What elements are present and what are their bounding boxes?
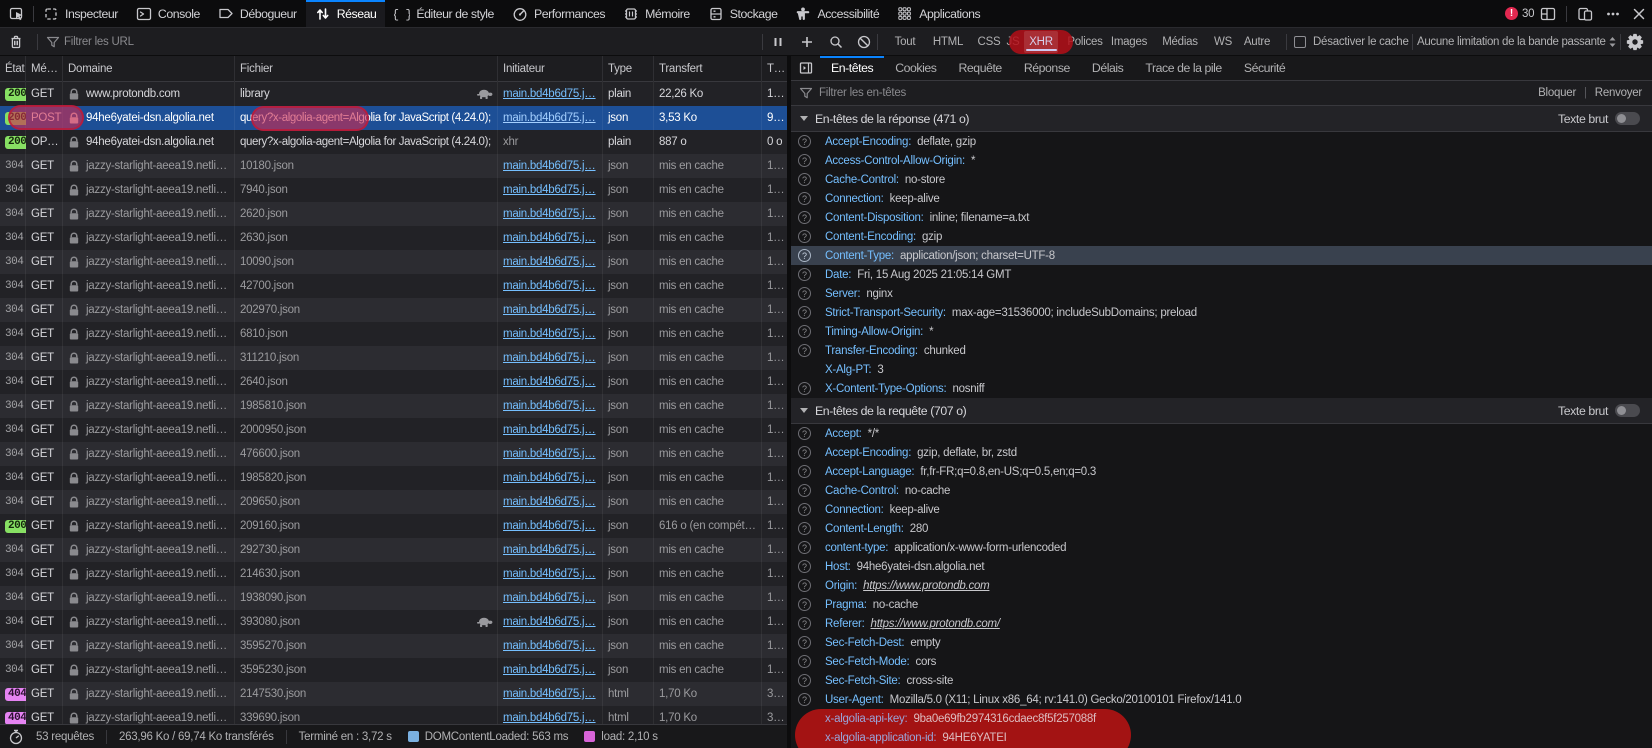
svg-text:{ }: { }: [394, 8, 410, 22]
